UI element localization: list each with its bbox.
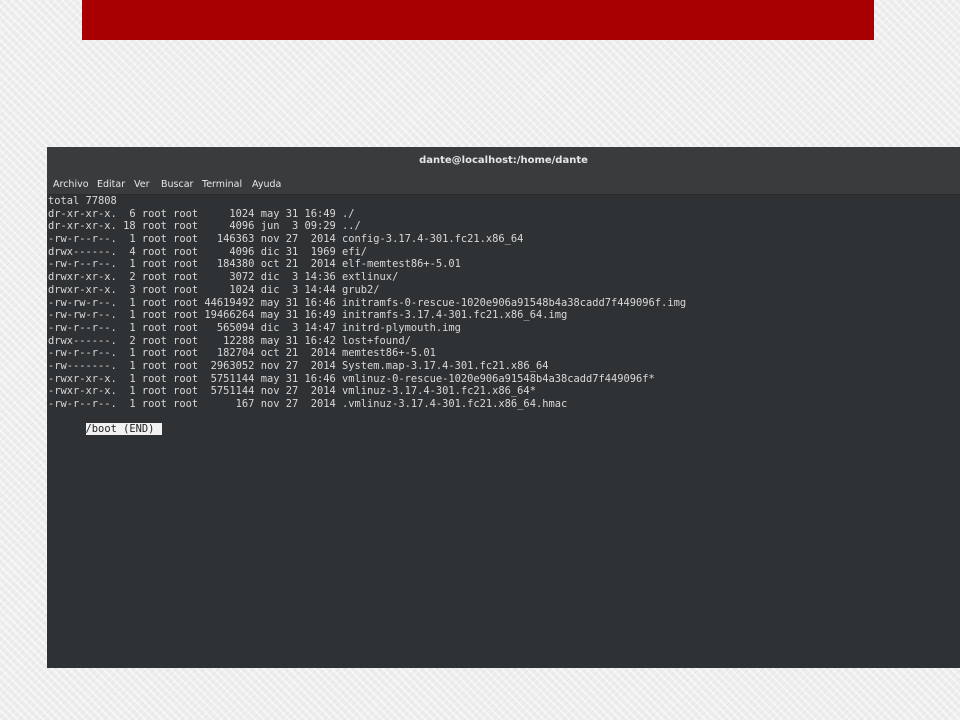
terminal-output[interactable]: total 77808 dr-xr-xr-x. 6 root root 1024… xyxy=(48,195,948,436)
menu-buscar[interactable]: Buscar xyxy=(161,175,193,194)
terminal-line: -rwxr-xr-x. 1 root root 5751144 may 31 1… xyxy=(48,372,655,385)
terminal-line: -rw-rw-r--. 1 root root 19466264 may 31 … xyxy=(48,309,568,322)
terminal-line: -rw-r--r--. 1 root root 565094 dic 3 14:… xyxy=(48,321,461,334)
window-title: dante@localhost:/home/dante xyxy=(419,155,588,166)
terminal-line: dr-xr-xr-x. 18 root root 4096 jun 3 09:2… xyxy=(48,220,361,233)
window-titlebar[interactable]: dante@localhost:/home/dante xyxy=(47,147,960,175)
terminal-line: -rw-r--r--. 1 root root 184380 oct 21 20… xyxy=(48,258,461,271)
terminal-line: drwxr-xr-x. 2 root root 3072 dic 3 14:36… xyxy=(48,271,399,284)
terminal-line: -rw-rw-r--. 1 root root 44619492 may 31 … xyxy=(48,296,687,309)
menu-archivo[interactable]: Archivo xyxy=(53,175,89,194)
terminal-line: -rwxr-xr-x. 1 root root 5751144 nov 27 2… xyxy=(48,385,536,398)
pager-prompt-line: /boot (END) xyxy=(48,411,948,436)
terminal-line: -rw-------. 1 root root 2963052 nov 27 2… xyxy=(48,359,549,372)
terminal-line: dr-xr-xr-x. 6 root root 1024 may 31 16:4… xyxy=(48,207,355,220)
menu-ver[interactable]: Ver xyxy=(134,175,150,194)
menu-terminal[interactable]: Terminal xyxy=(202,175,242,194)
menu-ayuda[interactable]: Ayuda xyxy=(252,175,281,194)
menu-editar[interactable]: Editar xyxy=(97,175,125,194)
terminal-line-total: total 77808 xyxy=(48,195,117,207)
pager-end-prompt: /boot (END) xyxy=(85,423,163,436)
menu-bar: Archivo Editar Ver Buscar Terminal Ayuda xyxy=(47,175,960,195)
terminal-line: -rw-r--r--. 1 root root 146363 nov 27 20… xyxy=(48,233,524,246)
terminal-line: drwxr-xr-x. 3 root root 1024 dic 3 14:44… xyxy=(48,283,380,296)
slide-header-banner xyxy=(82,0,874,40)
terminal-line: drwx------. 2 root root 12288 may 31 16:… xyxy=(48,334,411,347)
terminal-line: -rw-r--r--. 1 root root 167 nov 27 2014 … xyxy=(48,398,568,410)
terminal-line: -rw-r--r--. 1 root root 182704 oct 21 20… xyxy=(48,347,436,360)
terminal-line: drwx------. 4 root root 4096 dic 31 1969… xyxy=(48,245,368,258)
terminal-window: dante@localhost:/home/dante Archivo Edit… xyxy=(47,147,960,668)
